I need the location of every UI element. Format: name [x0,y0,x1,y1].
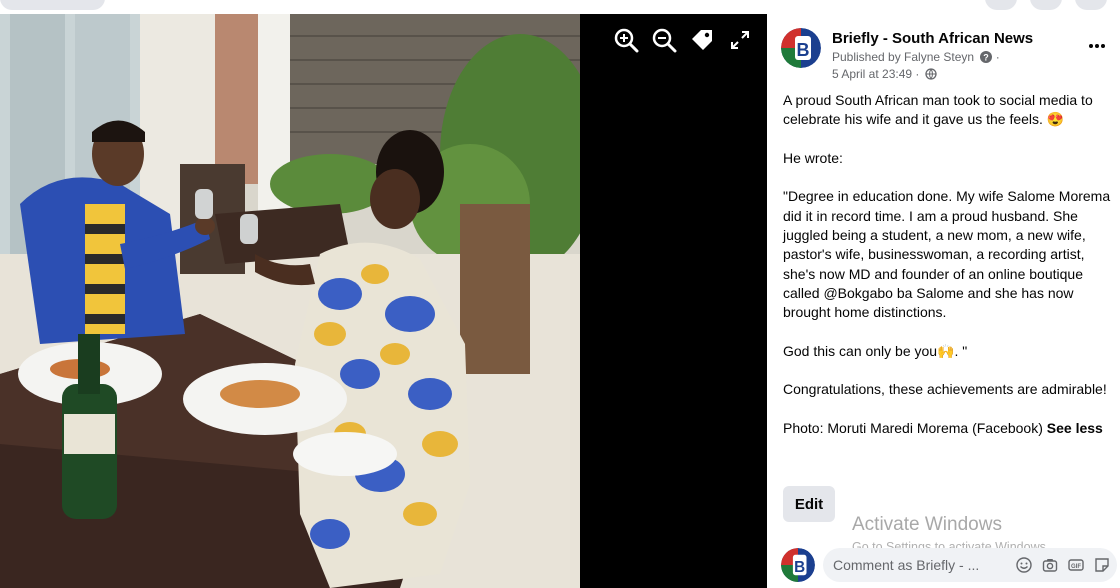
page-name[interactable]: Briefly - South African News [832,30,1033,47]
comment-tools: GIF [1015,556,1111,574]
gif-icon[interactable]: GIF [1067,556,1085,574]
sticker-icon[interactable] [1093,556,1111,574]
post-header: B Briefly - South African News Published… [781,28,1111,88]
published-by: Published by Falyne Steyn ? · [832,50,1000,66]
top-strip [0,0,1120,14]
photo-viewer [0,14,767,588]
post-paragraph: God this can only be you🙌. " [783,342,968,359]
post-paragraph: Congratulations, these achievements are … [783,381,1107,398]
post-paragraph: A proud South African man took to social… [783,92,1093,128]
post-details-panel: B Briefly - South African News Published… [767,14,1120,588]
post-timestamp: 5 April at 23:49 · [832,67,937,83]
top-control[interactable] [985,0,1017,10]
globe-icon [925,68,937,83]
post-paragraph: "Degree in education done. My wife Salom… [783,188,1111,321]
emoji-icon[interactable] [1015,556,1033,574]
see-less-link[interactable]: See less [1047,420,1103,436]
tag-icon[interactable] [688,26,716,54]
viewer-toolbar [612,26,754,54]
photo-credit: Photo: Moruti Maredi Morema (Facebook) S… [783,419,1113,438]
svg-text:B: B [797,40,810,60]
svg-text:GIF: GIF [1071,564,1081,570]
page-avatar[interactable]: B [781,28,821,68]
svg-text:B: B [794,559,805,576]
photo-illustration [0,14,580,588]
zoom-in-icon[interactable] [612,26,640,54]
svg-text:?: ? [984,53,990,63]
post-paragraph: He wrote: [783,149,843,166]
comment-placeholder: Comment as Briefly - ... [833,557,980,573]
zoom-out-icon[interactable] [650,26,678,54]
activate-windows-title: Activate Windows [852,514,1002,535]
edit-button[interactable]: Edit [783,486,835,522]
fullscreen-icon[interactable] [726,26,754,54]
top-control[interactable] [1075,0,1107,10]
comment-bar: B Comment as Briefly - ... GIF [781,548,1117,584]
published-by-text[interactable]: Published by Falyne Steyn [832,50,974,64]
photo-theater-page: B Briefly - South African News Published… [0,0,1120,588]
photo-credit-text: Photo: Moruti Maredi Morema (Facebook) [783,420,1047,437]
top-control[interactable] [0,0,105,10]
top-control[interactable] [1030,0,1062,10]
info-icon[interactable]: ? [980,51,993,66]
separator-dot: · [995,50,1000,64]
comment-input[interactable]: Comment as Briefly - ... GIF [823,548,1117,582]
timestamp-text[interactable]: 5 April at 23:49 · [832,67,919,81]
more-options-icon[interactable] [1085,34,1109,58]
post-photo[interactable] [0,14,580,588]
commenter-avatar[interactable]: B [781,548,815,582]
post-message: A proud South African man took to social… [783,91,1113,438]
camera-icon[interactable] [1041,556,1059,574]
